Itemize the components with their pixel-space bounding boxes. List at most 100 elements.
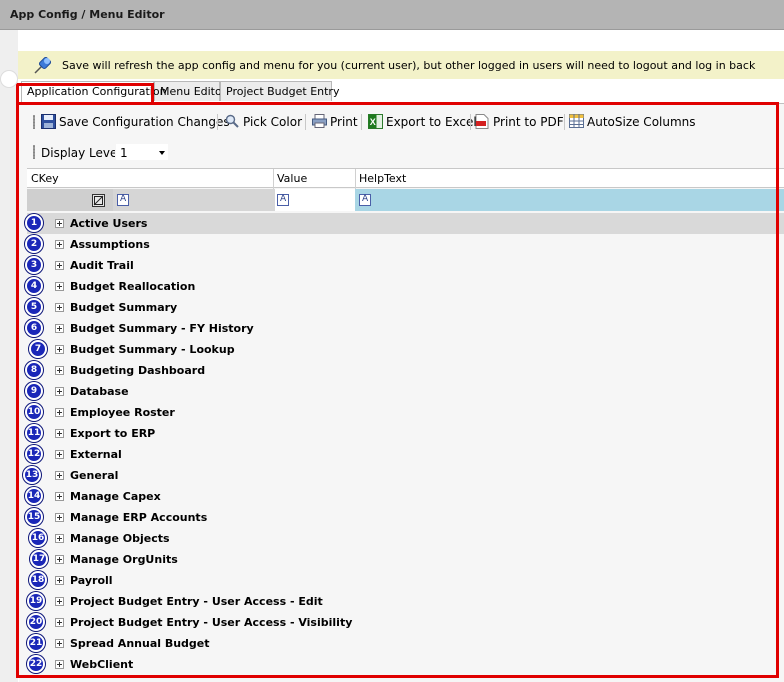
expand-plus-icon[interactable] (55, 534, 64, 543)
expand-plus-icon[interactable] (55, 597, 64, 606)
pick-color-button[interactable]: Pick Color (225, 112, 302, 132)
table-row[interactable]: Database (27, 381, 784, 402)
expand-plus-icon[interactable] (55, 513, 64, 522)
number-badge: 14 (25, 487, 43, 505)
table-row[interactable]: Project Budget Entry - User Access - Edi… (27, 591, 784, 612)
expand-plus-icon[interactable] (55, 387, 64, 396)
helptext-filter-cell[interactable] (355, 189, 784, 211)
table-row[interactable]: Budget Summary - Lookup (27, 339, 784, 360)
expand-plus-icon[interactable] (55, 429, 64, 438)
table-row[interactable]: Budget Summary - FY History (27, 318, 784, 339)
row-ckey-label: Project Budget Entry - User Access - Vis… (70, 616, 353, 629)
table-row[interactable]: Payroll (27, 570, 784, 591)
column-header-helptext[interactable]: HelpText (359, 172, 406, 185)
printer-icon (312, 114, 327, 128)
row-ckey-label: Budgeting Dashboard (70, 364, 206, 377)
ckey-filter-operator-icon[interactable] (117, 194, 129, 206)
window-titlebar: App Config / Menu Editor (0, 0, 784, 30)
table-row[interactable]: Active Users (27, 213, 784, 234)
autosize-columns-label: AutoSize Columns (587, 115, 696, 129)
row-ckey-label: Budget Summary - FY History (70, 322, 254, 335)
tab-project-budget-entry[interactable]: Project Budget Entry (220, 81, 339, 101)
number-badge: 6 (25, 319, 43, 337)
toolbar-separator (564, 114, 565, 130)
export-to-excel-button[interactable]: X Export to Excel (368, 112, 477, 132)
table-row[interactable]: Manage Objects (27, 528, 784, 549)
row-ckey-label: Audit Trail (70, 259, 134, 272)
clear-filter-icon[interactable] (92, 194, 105, 207)
ckey-filter-cell[interactable] (113, 189, 275, 211)
expand-plus-icon[interactable] (55, 450, 64, 459)
helptext-filter-operator-icon[interactable] (359, 194, 371, 206)
expand-plus-icon[interactable] (55, 576, 64, 585)
toolbar-grip[interactable] (33, 145, 35, 159)
expand-plus-icon[interactable] (55, 618, 64, 627)
toolbar-grip[interactable] (33, 115, 35, 129)
row-ckey-label: WebClient (70, 658, 134, 671)
value-filter-operator-icon[interactable] (277, 194, 289, 206)
expand-plus-icon[interactable] (55, 660, 64, 669)
grid-header: CKey Value HelpText (27, 168, 784, 189)
table-row[interactable]: General (27, 465, 784, 486)
svg-text:X: X (370, 117, 376, 127)
column-divider[interactable] (273, 169, 274, 189)
table-row[interactable]: Export to ERP (27, 423, 784, 444)
table-row[interactable]: Project Budget Entry - User Access - Vis… (27, 612, 784, 633)
table-row[interactable]: Budget Reallocation (27, 276, 784, 297)
table-row[interactable]: Assumptions (27, 234, 784, 255)
table-row[interactable]: External (27, 444, 784, 465)
print-button[interactable]: Print (312, 112, 362, 132)
number-badge: 18 (29, 571, 47, 589)
notice-text: Save will refresh the app config and men… (62, 59, 756, 72)
row-ckey-label: Budget Summary (70, 301, 178, 314)
expand-plus-icon[interactable] (55, 471, 64, 480)
number-badge: 11 (25, 424, 43, 442)
autosize-columns-button[interactable]: AutoSize Columns (569, 112, 696, 132)
expand-plus-icon[interactable] (55, 324, 64, 333)
display-level-value: 1 (120, 146, 128, 160)
expand-plus-icon[interactable] (55, 303, 64, 312)
save-configuration-button[interactable]: Save Configuration Changes (41, 112, 230, 132)
table-row[interactable]: Employee Roster (27, 402, 784, 423)
magnifier-icon (225, 114, 239, 128)
table-row[interactable]: Manage OrgUnits (27, 549, 784, 570)
table-row[interactable]: Manage Capex (27, 486, 784, 507)
row-ckey-label: General (70, 469, 119, 482)
table-row[interactable]: Budget Summary (27, 297, 784, 318)
expand-plus-icon[interactable] (55, 219, 64, 228)
display-level-select[interactable]: 1 (115, 143, 169, 161)
number-badge: 13 (23, 466, 41, 484)
expand-plus-icon[interactable] (55, 345, 64, 354)
number-badge: 16 (29, 529, 47, 547)
table-row[interactable]: WebClient (27, 654, 784, 675)
save-icon (41, 114, 56, 129)
row-ckey-label: External (70, 448, 122, 461)
toolbar-separator (305, 114, 306, 130)
print-to-pdf-button[interactable]: Print to PDF (475, 112, 565, 132)
table-row[interactable]: Audit Trail (27, 255, 784, 276)
table-row[interactable]: Manage ERP Accounts (27, 507, 784, 528)
column-header-ckey[interactable]: CKey (31, 172, 59, 185)
expand-plus-icon[interactable] (55, 408, 64, 417)
expand-plus-icon[interactable] (55, 639, 64, 648)
number-badge: 22 (27, 655, 45, 673)
print-to-pdf-label: Print to PDF (493, 115, 564, 129)
expand-plus-icon[interactable] (55, 282, 64, 291)
table-row[interactable]: Spread Annual Budget (27, 633, 784, 654)
highlight-tab-outline (16, 83, 154, 105)
column-divider[interactable] (355, 169, 356, 189)
table-row[interactable]: Budgeting Dashboard (27, 360, 784, 381)
row-ckey-label: Manage Objects (70, 532, 170, 545)
number-badge: 2 (25, 235, 43, 253)
row-ckey-label: Budget Summary - Lookup (70, 343, 235, 356)
expand-plus-icon[interactable] (55, 492, 64, 501)
expand-plus-icon[interactable] (55, 366, 64, 375)
left-gutter (0, 30, 18, 682)
row-ckey-label: Project Budget Entry - User Access - Edi… (70, 595, 323, 608)
column-header-value[interactable]: Value (277, 172, 307, 185)
row-ckey-label: Active Users (70, 217, 148, 230)
expand-plus-icon[interactable] (55, 555, 64, 564)
expand-plus-icon[interactable] (55, 240, 64, 249)
expand-plus-icon[interactable] (55, 261, 64, 270)
excel-icon: X (368, 114, 383, 129)
